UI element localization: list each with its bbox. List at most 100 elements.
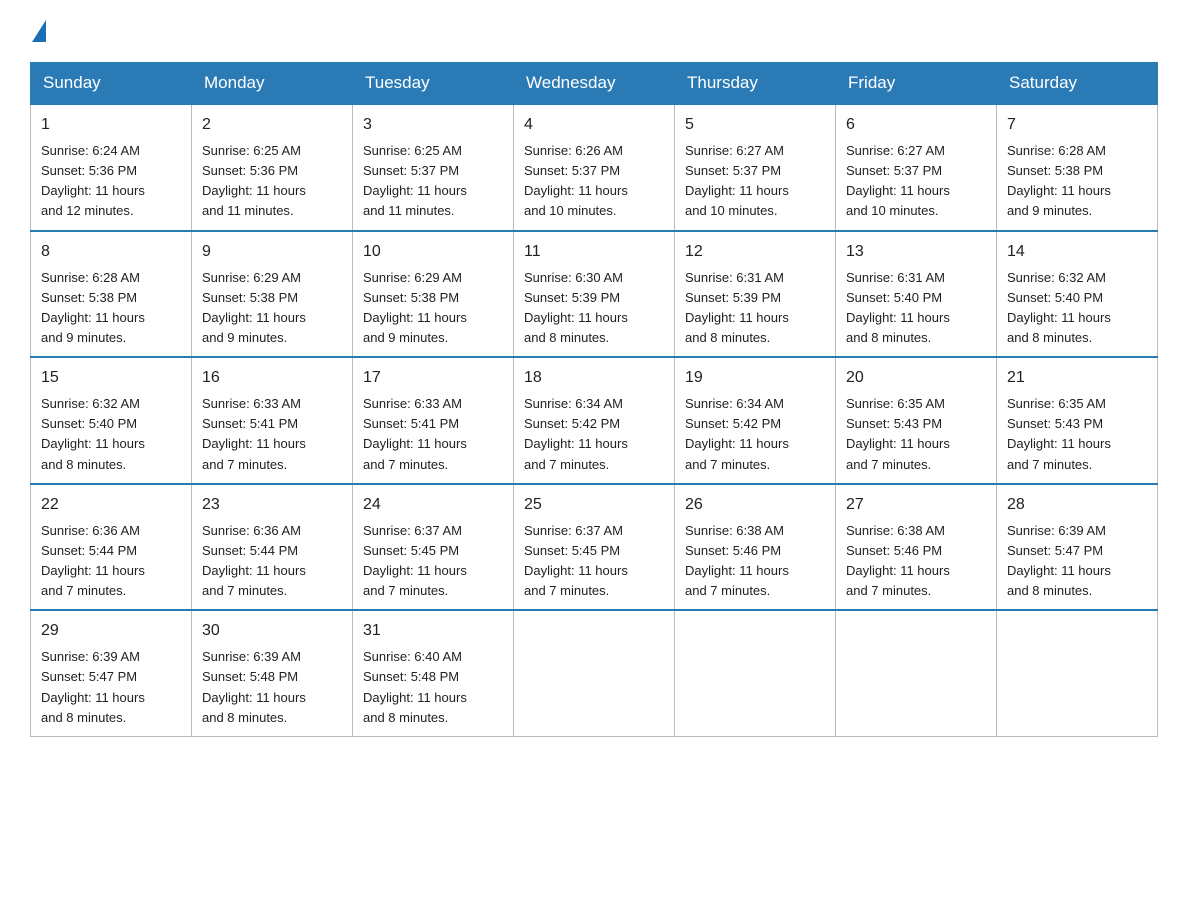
calendar-cell: 4 Sunrise: 6:26 AMSunset: 5:37 PMDayligh… bbox=[514, 104, 675, 231]
day-number: 5 bbox=[685, 113, 825, 137]
column-header-monday: Monday bbox=[192, 63, 353, 105]
calendar-table: SundayMondayTuesdayWednesdayThursdayFrid… bbox=[30, 62, 1158, 737]
day-info: Sunrise: 6:37 AMSunset: 5:45 PMDaylight:… bbox=[363, 523, 467, 598]
calendar-cell: 27 Sunrise: 6:38 AMSunset: 5:46 PMDaylig… bbox=[836, 484, 997, 611]
day-number: 18 bbox=[524, 366, 664, 390]
day-info: Sunrise: 6:32 AMSunset: 5:40 PMDaylight:… bbox=[41, 396, 145, 471]
day-number: 4 bbox=[524, 113, 664, 137]
calendar-cell: 25 Sunrise: 6:37 AMSunset: 5:45 PMDaylig… bbox=[514, 484, 675, 611]
calendar-cell: 3 Sunrise: 6:25 AMSunset: 5:37 PMDayligh… bbox=[353, 104, 514, 231]
day-number: 25 bbox=[524, 493, 664, 517]
day-number: 13 bbox=[846, 240, 986, 264]
day-number: 1 bbox=[41, 113, 181, 137]
calendar-cell: 8 Sunrise: 6:28 AMSunset: 5:38 PMDayligh… bbox=[31, 231, 192, 358]
day-info: Sunrise: 6:33 AMSunset: 5:41 PMDaylight:… bbox=[202, 396, 306, 471]
calendar-cell: 15 Sunrise: 6:32 AMSunset: 5:40 PMDaylig… bbox=[31, 357, 192, 484]
week-row-4: 22 Sunrise: 6:36 AMSunset: 5:44 PMDaylig… bbox=[31, 484, 1158, 611]
day-number: 14 bbox=[1007, 240, 1147, 264]
day-number: 22 bbox=[41, 493, 181, 517]
column-header-saturday: Saturday bbox=[997, 63, 1158, 105]
calendar-cell: 12 Sunrise: 6:31 AMSunset: 5:39 PMDaylig… bbox=[675, 231, 836, 358]
day-number: 6 bbox=[846, 113, 986, 137]
calendar-cell: 18 Sunrise: 6:34 AMSunset: 5:42 PMDaylig… bbox=[514, 357, 675, 484]
calendar-cell bbox=[675, 610, 836, 736]
day-info: Sunrise: 6:34 AMSunset: 5:42 PMDaylight:… bbox=[685, 396, 789, 471]
day-number: 24 bbox=[363, 493, 503, 517]
day-number: 2 bbox=[202, 113, 342, 137]
day-info: Sunrise: 6:25 AMSunset: 5:37 PMDaylight:… bbox=[363, 143, 467, 218]
day-info: Sunrise: 6:24 AMSunset: 5:36 PMDaylight:… bbox=[41, 143, 145, 218]
day-info: Sunrise: 6:39 AMSunset: 5:47 PMDaylight:… bbox=[1007, 523, 1111, 598]
week-row-2: 8 Sunrise: 6:28 AMSunset: 5:38 PMDayligh… bbox=[31, 231, 1158, 358]
day-number: 9 bbox=[202, 240, 342, 264]
calendar-cell: 21 Sunrise: 6:35 AMSunset: 5:43 PMDaylig… bbox=[997, 357, 1158, 484]
day-info: Sunrise: 6:39 AMSunset: 5:47 PMDaylight:… bbox=[41, 649, 145, 724]
calendar-cell: 5 Sunrise: 6:27 AMSunset: 5:37 PMDayligh… bbox=[675, 104, 836, 231]
day-info: Sunrise: 6:35 AMSunset: 5:43 PMDaylight:… bbox=[1007, 396, 1111, 471]
calendar-cell: 9 Sunrise: 6:29 AMSunset: 5:38 PMDayligh… bbox=[192, 231, 353, 358]
calendar-cell: 24 Sunrise: 6:37 AMSunset: 5:45 PMDaylig… bbox=[353, 484, 514, 611]
calendar-cell: 22 Sunrise: 6:36 AMSunset: 5:44 PMDaylig… bbox=[31, 484, 192, 611]
day-info: Sunrise: 6:31 AMSunset: 5:39 PMDaylight:… bbox=[685, 270, 789, 345]
day-number: 10 bbox=[363, 240, 503, 264]
calendar-cell: 10 Sunrise: 6:29 AMSunset: 5:38 PMDaylig… bbox=[353, 231, 514, 358]
calendar-cell: 13 Sunrise: 6:31 AMSunset: 5:40 PMDaylig… bbox=[836, 231, 997, 358]
calendar-cell: 26 Sunrise: 6:38 AMSunset: 5:46 PMDaylig… bbox=[675, 484, 836, 611]
calendar-cell: 11 Sunrise: 6:30 AMSunset: 5:39 PMDaylig… bbox=[514, 231, 675, 358]
day-number: 21 bbox=[1007, 366, 1147, 390]
day-info: Sunrise: 6:40 AMSunset: 5:48 PMDaylight:… bbox=[363, 649, 467, 724]
calendar-cell: 30 Sunrise: 6:39 AMSunset: 5:48 PMDaylig… bbox=[192, 610, 353, 736]
day-info: Sunrise: 6:38 AMSunset: 5:46 PMDaylight:… bbox=[846, 523, 950, 598]
day-info: Sunrise: 6:28 AMSunset: 5:38 PMDaylight:… bbox=[1007, 143, 1111, 218]
week-row-3: 15 Sunrise: 6:32 AMSunset: 5:40 PMDaylig… bbox=[31, 357, 1158, 484]
day-number: 3 bbox=[363, 113, 503, 137]
day-number: 16 bbox=[202, 366, 342, 390]
day-number: 15 bbox=[41, 366, 181, 390]
calendar-cell: 16 Sunrise: 6:33 AMSunset: 5:41 PMDaylig… bbox=[192, 357, 353, 484]
day-info: Sunrise: 6:36 AMSunset: 5:44 PMDaylight:… bbox=[41, 523, 145, 598]
day-info: Sunrise: 6:28 AMSunset: 5:38 PMDaylight:… bbox=[41, 270, 145, 345]
calendar-cell: 29 Sunrise: 6:39 AMSunset: 5:47 PMDaylig… bbox=[31, 610, 192, 736]
day-number: 30 bbox=[202, 619, 342, 643]
day-info: Sunrise: 6:38 AMSunset: 5:46 PMDaylight:… bbox=[685, 523, 789, 598]
day-number: 8 bbox=[41, 240, 181, 264]
logo bbox=[30, 20, 46, 44]
calendar-cell: 7 Sunrise: 6:28 AMSunset: 5:38 PMDayligh… bbox=[997, 104, 1158, 231]
calendar-cell bbox=[997, 610, 1158, 736]
calendar-cell: 31 Sunrise: 6:40 AMSunset: 5:48 PMDaylig… bbox=[353, 610, 514, 736]
week-row-5: 29 Sunrise: 6:39 AMSunset: 5:47 PMDaylig… bbox=[31, 610, 1158, 736]
calendar-cell bbox=[836, 610, 997, 736]
calendar-cell: 28 Sunrise: 6:39 AMSunset: 5:47 PMDaylig… bbox=[997, 484, 1158, 611]
day-number: 26 bbox=[685, 493, 825, 517]
week-row-1: 1 Sunrise: 6:24 AMSunset: 5:36 PMDayligh… bbox=[31, 104, 1158, 231]
day-number: 17 bbox=[363, 366, 503, 390]
column-header-wednesday: Wednesday bbox=[514, 63, 675, 105]
day-info: Sunrise: 6:32 AMSunset: 5:40 PMDaylight:… bbox=[1007, 270, 1111, 345]
day-number: 29 bbox=[41, 619, 181, 643]
day-info: Sunrise: 6:27 AMSunset: 5:37 PMDaylight:… bbox=[846, 143, 950, 218]
day-info: Sunrise: 6:25 AMSunset: 5:36 PMDaylight:… bbox=[202, 143, 306, 218]
day-number: 27 bbox=[846, 493, 986, 517]
day-info: Sunrise: 6:29 AMSunset: 5:38 PMDaylight:… bbox=[202, 270, 306, 345]
day-info: Sunrise: 6:34 AMSunset: 5:42 PMDaylight:… bbox=[524, 396, 628, 471]
day-info: Sunrise: 6:31 AMSunset: 5:40 PMDaylight:… bbox=[846, 270, 950, 345]
day-number: 11 bbox=[524, 240, 664, 264]
column-header-friday: Friday bbox=[836, 63, 997, 105]
calendar-cell bbox=[514, 610, 675, 736]
day-number: 12 bbox=[685, 240, 825, 264]
day-number: 19 bbox=[685, 366, 825, 390]
day-info: Sunrise: 6:39 AMSunset: 5:48 PMDaylight:… bbox=[202, 649, 306, 724]
calendar-cell: 14 Sunrise: 6:32 AMSunset: 5:40 PMDaylig… bbox=[997, 231, 1158, 358]
day-number: 31 bbox=[363, 619, 503, 643]
day-info: Sunrise: 6:35 AMSunset: 5:43 PMDaylight:… bbox=[846, 396, 950, 471]
day-number: 23 bbox=[202, 493, 342, 517]
day-number: 28 bbox=[1007, 493, 1147, 517]
logo-triangle-icon bbox=[32, 20, 46, 42]
calendar-cell: 23 Sunrise: 6:36 AMSunset: 5:44 PMDaylig… bbox=[192, 484, 353, 611]
calendar-cell: 17 Sunrise: 6:33 AMSunset: 5:41 PMDaylig… bbox=[353, 357, 514, 484]
day-info: Sunrise: 6:26 AMSunset: 5:37 PMDaylight:… bbox=[524, 143, 628, 218]
column-header-tuesday: Tuesday bbox=[353, 63, 514, 105]
day-info: Sunrise: 6:29 AMSunset: 5:38 PMDaylight:… bbox=[363, 270, 467, 345]
day-info: Sunrise: 6:30 AMSunset: 5:39 PMDaylight:… bbox=[524, 270, 628, 345]
header-row: SundayMondayTuesdayWednesdayThursdayFrid… bbox=[31, 63, 1158, 105]
